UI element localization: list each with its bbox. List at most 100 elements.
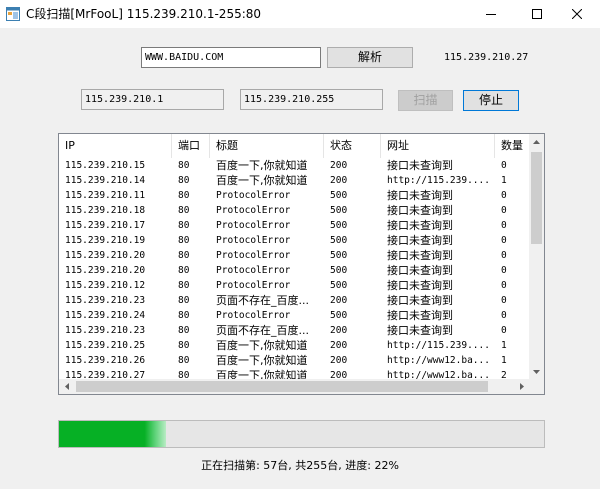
cell-port: 80 (178, 280, 190, 291)
cell-title: ProtocolError (216, 190, 291, 201)
cell-title: 页面不存在_百度... (216, 294, 309, 307)
scroll-down-arrow-icon[interactable] (529, 364, 544, 379)
cell-status: 200 (330, 160, 348, 171)
cell-ip: 115.239.210.26 (65, 355, 146, 366)
column-header-port[interactable]: 端口 (172, 134, 210, 158)
cell-count: 0 (501, 250, 507, 261)
cell-status: 500 (330, 205, 348, 216)
resolved-ip: 115.239.210.27 (444, 52, 529, 63)
table-row[interactable]: 115.239.210.20 80 ProtocolError 500 接口未查询到 0 (59, 263, 529, 278)
scroll-up-arrow-icon[interactable] (529, 134, 544, 149)
cell-url: 接口未查询到 (387, 249, 453, 262)
scan-button[interactable]: 扫描 (398, 90, 453, 111)
cell-title: ProtocolError (216, 205, 291, 216)
cell-count: 0 (501, 325, 507, 336)
cell-count: 0 (501, 280, 507, 291)
cell-url: 接口未查询到 (387, 159, 453, 172)
table-row[interactable]: 115.239.210.12 80 ProtocolError 500 接口未查询到 0 (59, 278, 529, 293)
column-header-url[interactable]: 网址 (381, 134, 495, 158)
stop-button[interactable]: 停止 (463, 90, 519, 111)
table-row[interactable]: 115.239.210.14 80 百度一下,你就知道 200 http://115.2… (59, 173, 529, 188)
column-header-status[interactable]: 状态 (324, 134, 381, 158)
close-button[interactable] (554, 0, 600, 28)
scan-progress-bar (58, 420, 545, 448)
cell-port: 80 (178, 325, 190, 336)
cell-count: 0 (501, 160, 507, 171)
cell-ip: 115.239.210.25 (65, 340, 146, 351)
horizontal-scrollbar[interactable] (59, 379, 529, 394)
start-ip-field[interactable]: 115.239.210.1 (81, 89, 224, 110)
cell-url: http://115.239.... (387, 340, 490, 351)
vertical-scrollbar[interactable] (529, 134, 544, 379)
cell-title: ProtocolError (216, 235, 291, 246)
cell-count: 0 (501, 190, 507, 201)
cell-title: ProtocolError (216, 280, 291, 291)
minimize-button[interactable] (468, 0, 514, 28)
cell-url: http://www12.ba... (387, 355, 490, 366)
end-ip-field[interactable]: 115.239.210.255 (240, 89, 383, 110)
cell-title: ProtocolError (216, 310, 291, 321)
cell-count: 1 (501, 175, 507, 186)
cell-url: 接口未查询到 (387, 279, 453, 292)
cell-status: 200 (330, 340, 348, 351)
cell-ip: 115.239.210.12 (65, 280, 146, 291)
cell-count: 0 (501, 235, 507, 246)
cell-title: 百度一下,你就知道 (216, 174, 308, 187)
cell-url: 接口未查询到 (387, 234, 453, 247)
app-window-icon (6, 7, 20, 21)
table-row[interactable]: 115.239.210.19 80 ProtocolError 500 接口未查询到 0 (59, 233, 529, 248)
cell-count: 0 (501, 205, 507, 216)
cell-url: http://115.239.... (387, 175, 490, 186)
table-row[interactable]: 115.239.210.23 80 页面不存在_百度... 200 接口未查询到 0 (59, 293, 529, 308)
cell-status: 200 (330, 325, 348, 336)
cell-url: 接口未查询到 (387, 264, 453, 277)
domain-input[interactable]: WWW.BAIDU.COM (141, 47, 321, 68)
cell-port: 80 (178, 175, 190, 186)
horizontal-scroll-thumb[interactable] (76, 381, 488, 392)
cell-count: 0 (501, 265, 507, 276)
cell-url: 接口未查询到 (387, 219, 453, 232)
cell-ip: 115.239.210.18 (65, 205, 146, 216)
table-row[interactable]: 115.239.210.18 80 ProtocolError 500 接口未查询到 0 (59, 203, 529, 218)
column-header-ip[interactable]: IP (59, 134, 172, 158)
cell-url: 接口未查询到 (387, 204, 453, 217)
cell-count: 1 (501, 340, 507, 351)
cell-status: 500 (330, 190, 348, 201)
cell-count: 0 (501, 220, 507, 231)
cell-status: 500 (330, 265, 348, 276)
scroll-left-arrow-icon[interactable] (59, 379, 74, 394)
table-row[interactable]: 115.239.210.25 80 百度一下,你就知道 200 http://115.2… (59, 338, 529, 353)
vertical-scroll-thumb[interactable] (531, 152, 542, 244)
table-row[interactable]: 115.239.210.11 80 ProtocolError 500 接口未查询到 0 (59, 188, 529, 203)
table-row[interactable]: 115.239.210.17 80 ProtocolError 500 接口未查询到 0 (59, 218, 529, 233)
cell-count: 1 (501, 355, 507, 366)
cell-ip: 115.239.210.11 (65, 190, 146, 201)
scrollbar-corner (529, 379, 544, 394)
table-row[interactable]: 115.239.210.24 80 ProtocolError 500 接口未查询到 0 (59, 308, 529, 323)
title-bar[interactable]: C段扫描[MrFooL] 115.239.210.1-255:80 (0, 0, 600, 28)
table-row[interactable]: 115.239.210.23 80 页面不存在_百度... 200 接口未查询到 0 (59, 323, 529, 338)
table-body: 115.239.210.15 80 百度一下,你就知道 200 接口未查询到 0 115.2… (59, 158, 529, 380)
cell-port: 80 (178, 340, 190, 351)
cell-title: 百度一下,你就知道 (216, 339, 308, 352)
table-row[interactable]: 115.239.210.26 80 百度一下,你就知道 200 http://www12… (59, 353, 529, 368)
cell-port: 80 (178, 265, 190, 276)
cell-port: 80 (178, 160, 190, 171)
cell-title: ProtocolError (216, 220, 291, 231)
table-row[interactable]: 115.239.210.20 80 ProtocolError 500 接口未查询到 0 (59, 248, 529, 263)
cell-status: 500 (330, 310, 348, 321)
cell-count: 0 (501, 310, 507, 321)
results-listview[interactable]: IP 端口 标题 状态 网址 数量 115.239.210.15 80 百度一下,你… (58, 133, 545, 395)
cell-status: 500 (330, 220, 348, 231)
cell-ip: 115.239.210.20 (65, 250, 146, 261)
resolve-button[interactable]: 解析 (327, 47, 413, 68)
cell-port: 80 (178, 250, 190, 261)
scroll-right-arrow-icon[interactable] (514, 379, 529, 394)
table-row[interactable]: 115.239.210.15 80 百度一下,你就知道 200 接口未查询到 0 (59, 158, 529, 173)
cell-status: 500 (330, 280, 348, 291)
column-header-title[interactable]: 标题 (210, 134, 324, 158)
cell-ip: 115.239.210.20 (65, 265, 146, 276)
cell-port: 80 (178, 235, 190, 246)
status-text: 正在扫描第: 57台, 共255台, 进度: 22% (201, 459, 399, 472)
cell-title: ProtocolError (216, 250, 291, 261)
